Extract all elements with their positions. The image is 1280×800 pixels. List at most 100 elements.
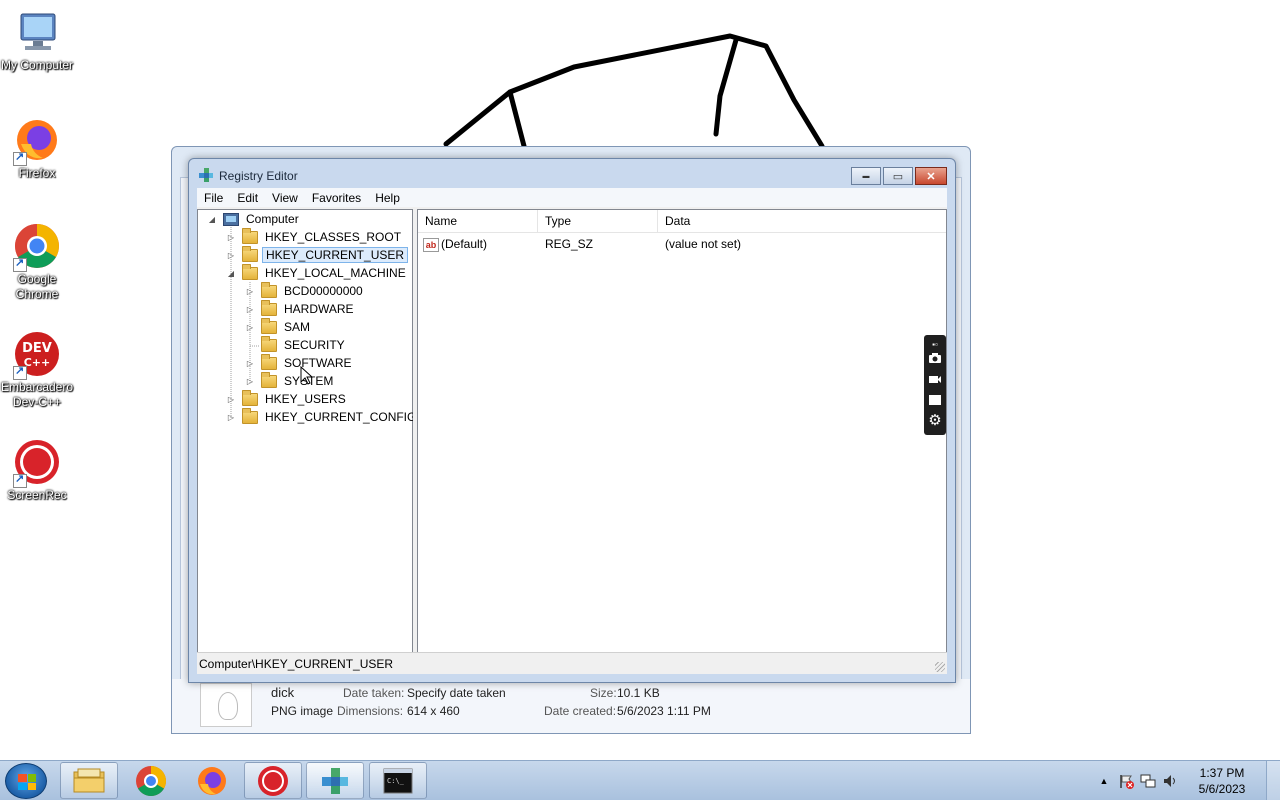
expand-arrow-icon[interactable]: ▷	[226, 413, 236, 422]
taskbar-command-prompt[interactable]: C:\_	[369, 762, 427, 799]
taskbar: C:\_ ▲ 1:37 PM 5/6/2023	[0, 760, 1280, 800]
menu-view[interactable]: View	[265, 191, 305, 205]
volume-icon[interactable]	[1162, 773, 1178, 789]
shortcut-arrow-icon	[13, 150, 27, 166]
computer-icon	[13, 8, 61, 56]
desktop-icon-label: My Computer	[0, 58, 74, 72]
size-label: Size:	[590, 686, 617, 700]
taskbar-firefox[interactable]	[183, 762, 241, 799]
expand-arrow-icon[interactable]: ▷	[245, 359, 255, 368]
taskbar-registry-editor[interactable]	[306, 762, 364, 799]
settings-icon[interactable]: ⚙	[928, 413, 942, 428]
shortcut-arrow-icon	[13, 256, 27, 272]
collapse-arrow-icon[interactable]: ◢	[226, 269, 236, 278]
folder-icon	[261, 317, 277, 334]
action-center-flag-icon[interactable]	[1118, 773, 1134, 789]
expand-arrow-icon[interactable]: ▷	[245, 377, 255, 386]
expand-arrow-icon[interactable]: ▷	[245, 323, 255, 332]
tree-node-hkey-users[interactable]: ▷ HKEY_USERS	[226, 389, 349, 408]
taskbar-google-chrome[interactable]	[122, 762, 180, 799]
system-tray: ▲ 1:37 PM 5/6/2023	[1090, 761, 1280, 800]
camera-icon[interactable]	[928, 351, 942, 365]
network-icon[interactable]	[1140, 773, 1156, 789]
value-data: (value not set)	[665, 237, 742, 251]
column-header-data[interactable]: Data	[658, 210, 948, 232]
column-header-type[interactable]: Type	[538, 210, 658, 232]
file-thumbnail	[200, 683, 252, 727]
folder-icon	[261, 371, 277, 388]
registry-values-list[interactable]: Name Type Data ab (Default) REG_SZ (value…	[417, 209, 947, 654]
desktop-icon-google-chrome[interactable]: Google Chrome	[0, 222, 74, 302]
tree-node-label: BCD00000000	[284, 284, 363, 298]
desktop-icon-label: ScreenRec	[7, 488, 67, 502]
windows-logo-icon	[18, 774, 36, 790]
close-button[interactable]: ✕	[915, 167, 947, 185]
registry-editor-window[interactable]: Registry Editor ▬ ▭ ✕ File Edit View Fav…	[188, 158, 956, 683]
tree-node-hkey-current-config[interactable]: ▷ HKEY_CURRENT_CONFIG	[226, 407, 419, 426]
taskbar-screenrec[interactable]	[244, 762, 302, 799]
tree-node-label: HKEY_USERS	[265, 392, 346, 406]
desktop-icon-screenrec[interactable]: ScreenRec	[0, 438, 74, 503]
tree-node-bcd00000000[interactable]: ▷ BCD00000000	[245, 281, 366, 300]
file-details-pane: dick PNG image Date taken: Specify date …	[172, 679, 970, 733]
shortcut-arrow-icon	[13, 364, 27, 380]
show-hidden-icons-icon[interactable]: ▲	[1096, 773, 1112, 789]
taskbar-clock[interactable]: 1:37 PM 5/6/2023	[1192, 765, 1252, 797]
window-title: Registry Editor	[219, 169, 298, 183]
maximize-icon: ▭	[892, 170, 904, 183]
dimensions-label: Dimensions:	[337, 704, 404, 718]
menu-help[interactable]: Help	[368, 191, 407, 205]
title-bar[interactable]: Registry Editor ▬ ▭ ✕	[189, 159, 955, 187]
expand-arrow-icon[interactable]: ▷	[245, 287, 255, 296]
tree-node-hkey-current-user[interactable]: ▷ HKEY_CURRENT_USER	[226, 245, 409, 264]
size-value: 10.1 KB	[617, 686, 660, 700]
tree-node-hardware[interactable]: ▷ HARDWARE	[245, 299, 357, 318]
value-type: REG_SZ	[545, 237, 594, 251]
date-taken-label: Date taken:	[343, 686, 405, 700]
collapse-arrow-icon[interactable]: ◢	[207, 215, 217, 224]
toolbar-handle-icon[interactable]: ▪▫	[928, 338, 942, 352]
tree-node-computer[interactable]: ◢ Computer	[207, 210, 302, 228]
folder-icon	[242, 245, 258, 262]
file-name: dick	[271, 685, 295, 700]
resize-grip[interactable]	[935, 662, 945, 672]
screen-recorder-toolbar[interactable]: ▪▫ ⚙	[924, 335, 946, 435]
tree-node-security[interactable]: SECURITY	[245, 335, 348, 354]
desktop-icon-firefox[interactable]: Firefox	[0, 116, 74, 181]
date-taken-value[interactable]: Specify date taken	[407, 686, 506, 700]
tree-node-sam[interactable]: ▷ SAM	[245, 317, 313, 336]
taskbar-file-explorer[interactable]	[60, 762, 118, 799]
tree-node-label: SOFTWARE	[284, 356, 352, 370]
start-button[interactable]	[5, 763, 47, 799]
svg-text:DEV: DEV	[22, 341, 52, 356]
minimize-button[interactable]: ▬	[851, 167, 881, 185]
column-header-name[interactable]: Name	[418, 210, 538, 232]
menu-favorites[interactable]: Favorites	[305, 191, 368, 205]
screen-icon[interactable]	[928, 393, 942, 407]
show-desktop-button[interactable]	[1266, 761, 1280, 800]
tree-node-hkey-classes-root[interactable]: ▷ HKEY_CLASSES_ROOT	[226, 227, 404, 246]
tree-node-system[interactable]: ▷ SYSTEM	[245, 371, 336, 390]
menu-file[interactable]: File	[197, 191, 230, 205]
tree-node-label-selected: HKEY_CURRENT_USER	[262, 247, 409, 263]
expand-arrow-icon[interactable]: ▷	[226, 251, 236, 260]
table-row[interactable]: ab (Default) REG_SZ (value not set)	[418, 235, 946, 253]
maximize-button[interactable]: ▭	[883, 167, 913, 185]
desktop-icon-dev-cpp[interactable]: DEVC++ Embarcadero Dev-C++	[0, 330, 74, 410]
folder-icon	[261, 335, 277, 352]
chrome-icon	[136, 765, 167, 796]
tree-node-label: Computer	[246, 212, 299, 226]
minimize-icon: ▬	[862, 172, 870, 180]
svg-text:C:\_: C:\_	[387, 777, 405, 785]
expand-arrow-icon[interactable]: ▷	[226, 395, 236, 404]
video-icon[interactable]	[928, 372, 942, 386]
folder-icon	[261, 299, 277, 316]
tree-node-hkey-local-machine[interactable]: ◢ HKEY_LOCAL_MACHINE	[226, 263, 409, 282]
firefox-icon	[13, 116, 61, 166]
desktop-icon-my-computer[interactable]: My Computer	[0, 8, 74, 73]
expand-arrow-icon[interactable]: ▷	[245, 305, 255, 314]
tree-node-label: HKEY_CURRENT_CONFIG	[265, 410, 417, 424]
menu-edit[interactable]: Edit	[230, 191, 265, 205]
expand-arrow-icon[interactable]: ▷	[226, 233, 236, 242]
registry-tree[interactable]: ◢ Computer ▷ HKEY_CLASSES_ROOT ▷ HKEY_CU…	[197, 209, 416, 654]
